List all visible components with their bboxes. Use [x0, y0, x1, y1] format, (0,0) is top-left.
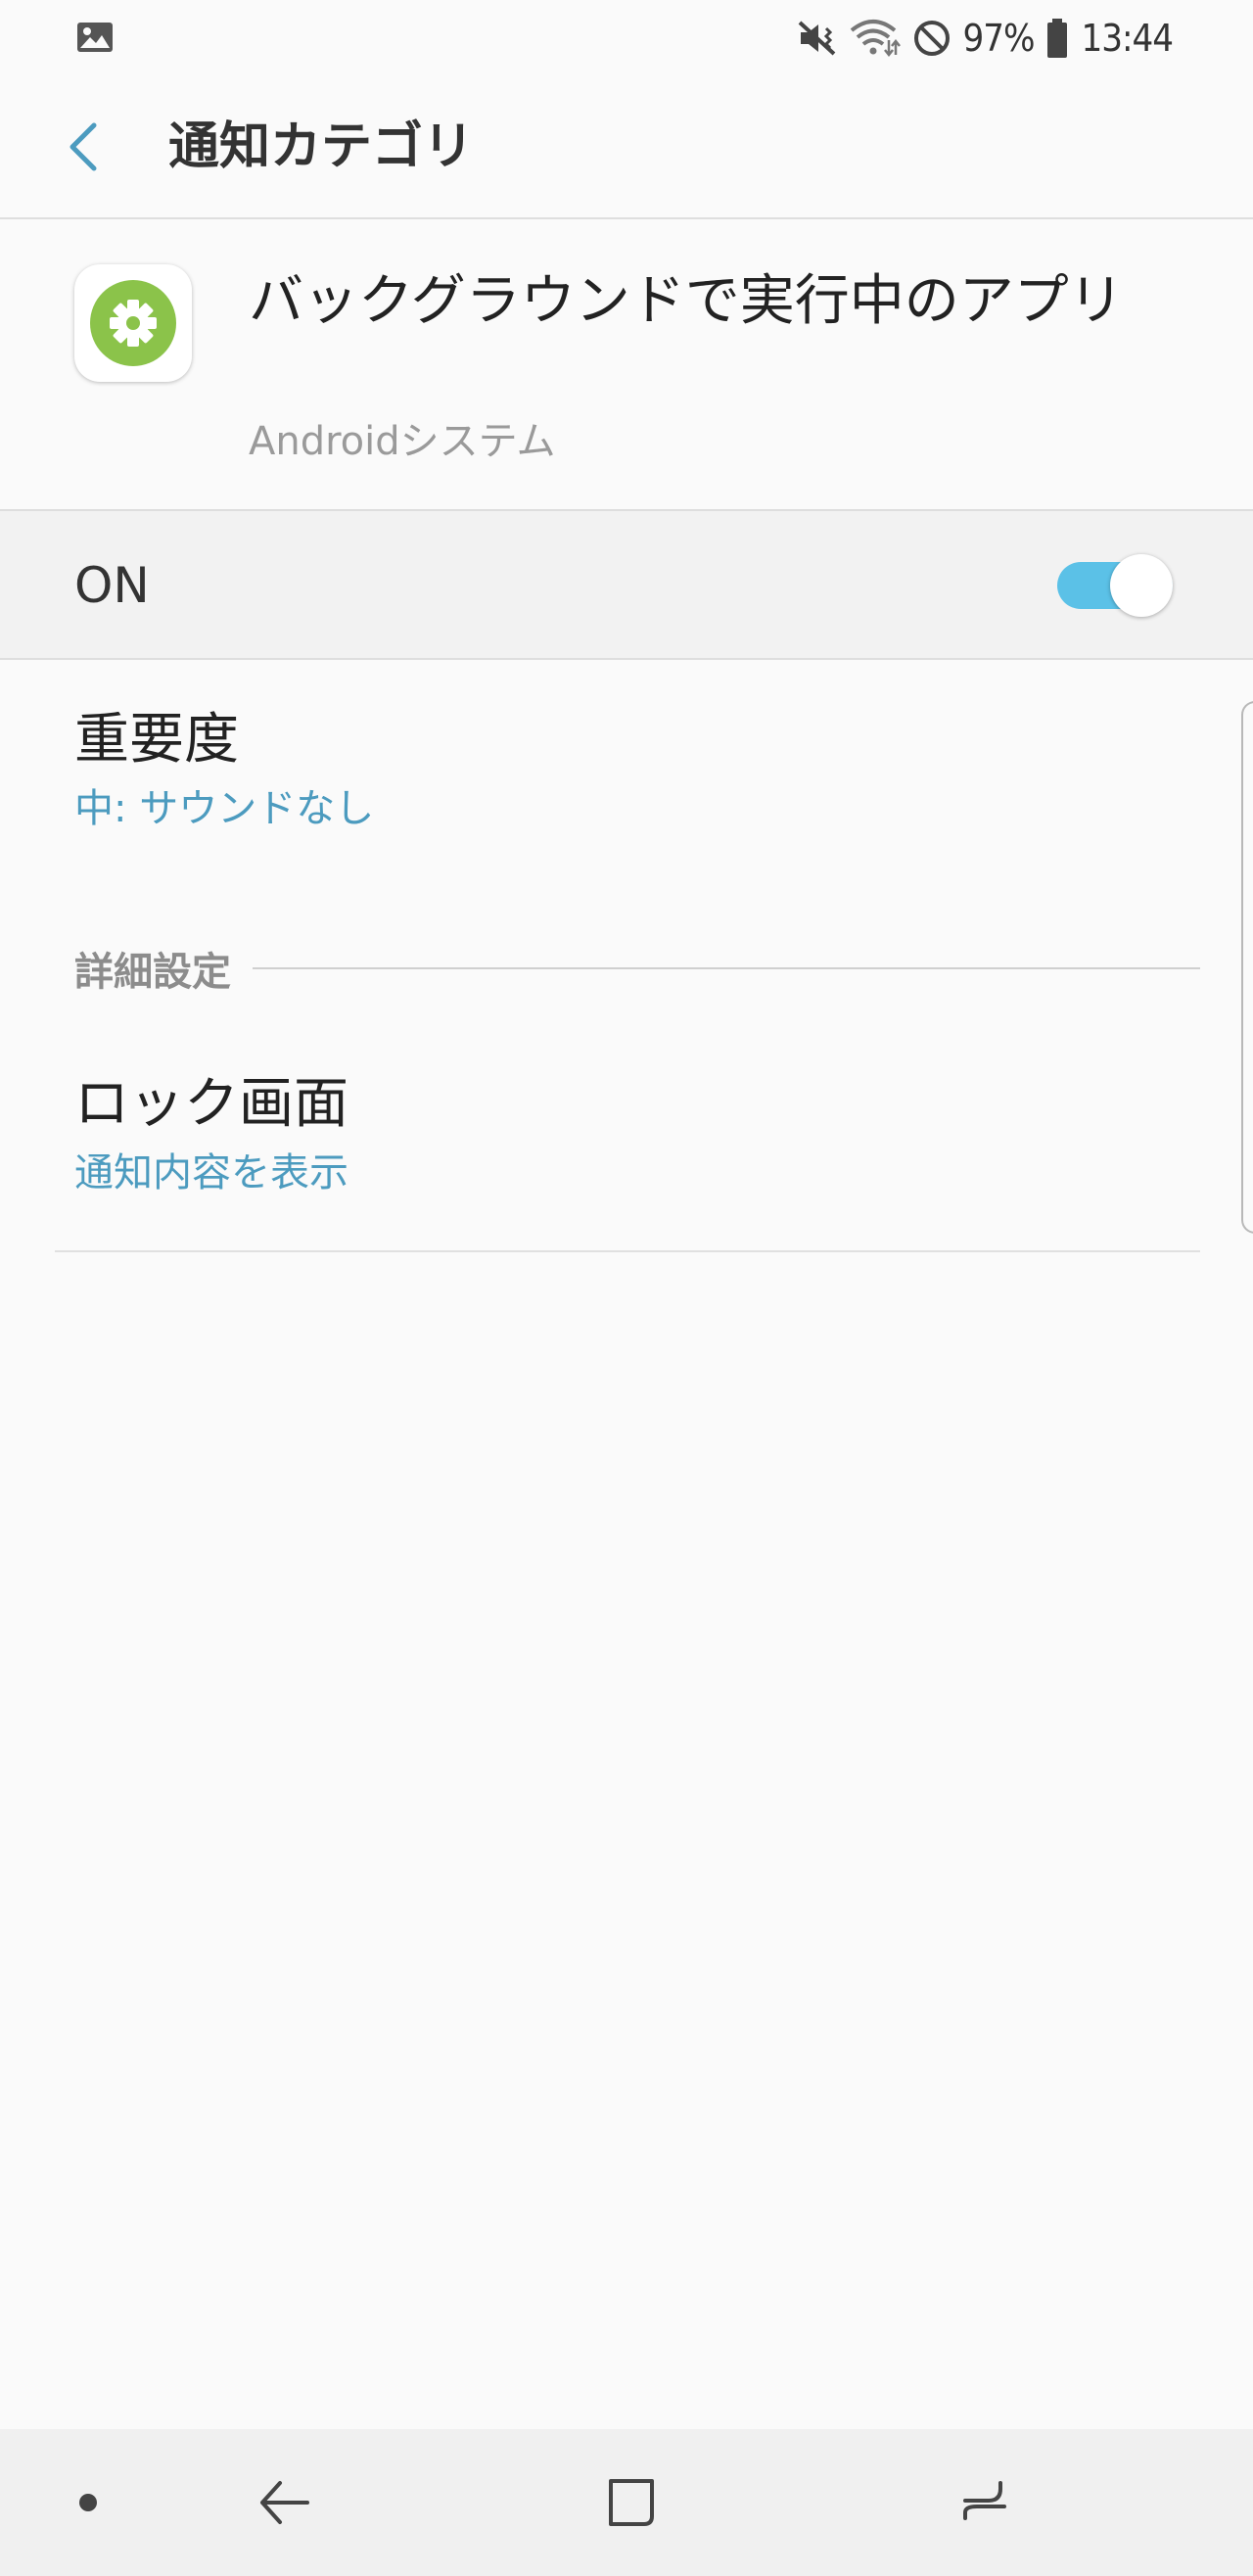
lock-screen-setting[interactable]: ロック画面 通知内容を表示 — [74, 1071, 1200, 1198]
page-title: 通知カテゴリ — [168, 117, 475, 176]
master-toggle[interactable] — [1057, 554, 1173, 617]
importance-title: 重要度 — [74, 708, 239, 772]
toggle-thumb — [1110, 554, 1173, 617]
master-switch-row[interactable]: ON — [0, 511, 1253, 660]
back-button[interactable] — [55, 116, 114, 178]
settings-gear-icon — [90, 280, 176, 366]
status-icons: 97% 13:44 — [797, 12, 1174, 65]
battery-icon — [1047, 19, 1068, 58]
master-switch-label: ON — [74, 557, 150, 614]
status-bar: 97% 13:44 — [0, 0, 1253, 76]
gallery-icon — [77, 23, 113, 52]
recent-apps-icon — [963, 2481, 1006, 2520]
nav-dot-button[interactable] — [59, 2429, 117, 2576]
app-subtitle: Androidシステム — [249, 419, 556, 464]
back-arrow-icon — [260, 2481, 309, 2524]
lock-screen-title: ロック画面 — [74, 1072, 348, 1136]
list-divider — [55, 1250, 1200, 1252]
app-info: バックグラウンドで実行中のアプリ Androidシステム — [0, 219, 1253, 511]
dot-icon — [79, 2494, 97, 2511]
nav-home-button[interactable] — [581, 2429, 679, 2576]
chevron-left-icon — [70, 122, 97, 171]
home-square-icon — [609, 2479, 654, 2526]
lock-screen-value: 通知内容を表示 — [74, 1150, 348, 1195]
do-not-disturb-icon — [913, 21, 950, 56]
advanced-section-header: 詳細設定 — [74, 940, 1200, 997]
app-bar: 通知カテゴリ — [0, 76, 1253, 219]
mute-vibrate-icon — [798, 21, 835, 56]
nav-back-button[interactable] — [235, 2429, 333, 2576]
edge-panel-handle[interactable] — [1241, 701, 1253, 1234]
app-icon — [74, 264, 192, 382]
section-divider — [253, 967, 1200, 969]
importance-value: 中: サウンドなし — [74, 786, 375, 831]
battery-percent: 97% — [962, 17, 1036, 60]
navigation-bar — [0, 2429, 1253, 2576]
app-name: バックグラウンドで実行中のアプリ — [249, 269, 1124, 333]
importance-setting[interactable]: 重要度 中: サウンドなし — [74, 707, 1200, 834]
advanced-section-label: 詳細設定 — [74, 950, 231, 995]
wifi-icon — [850, 20, 901, 58]
nav-recent-apps-button[interactable] — [934, 2429, 1032, 2576]
clock: 13:44 — [1081, 17, 1174, 60]
